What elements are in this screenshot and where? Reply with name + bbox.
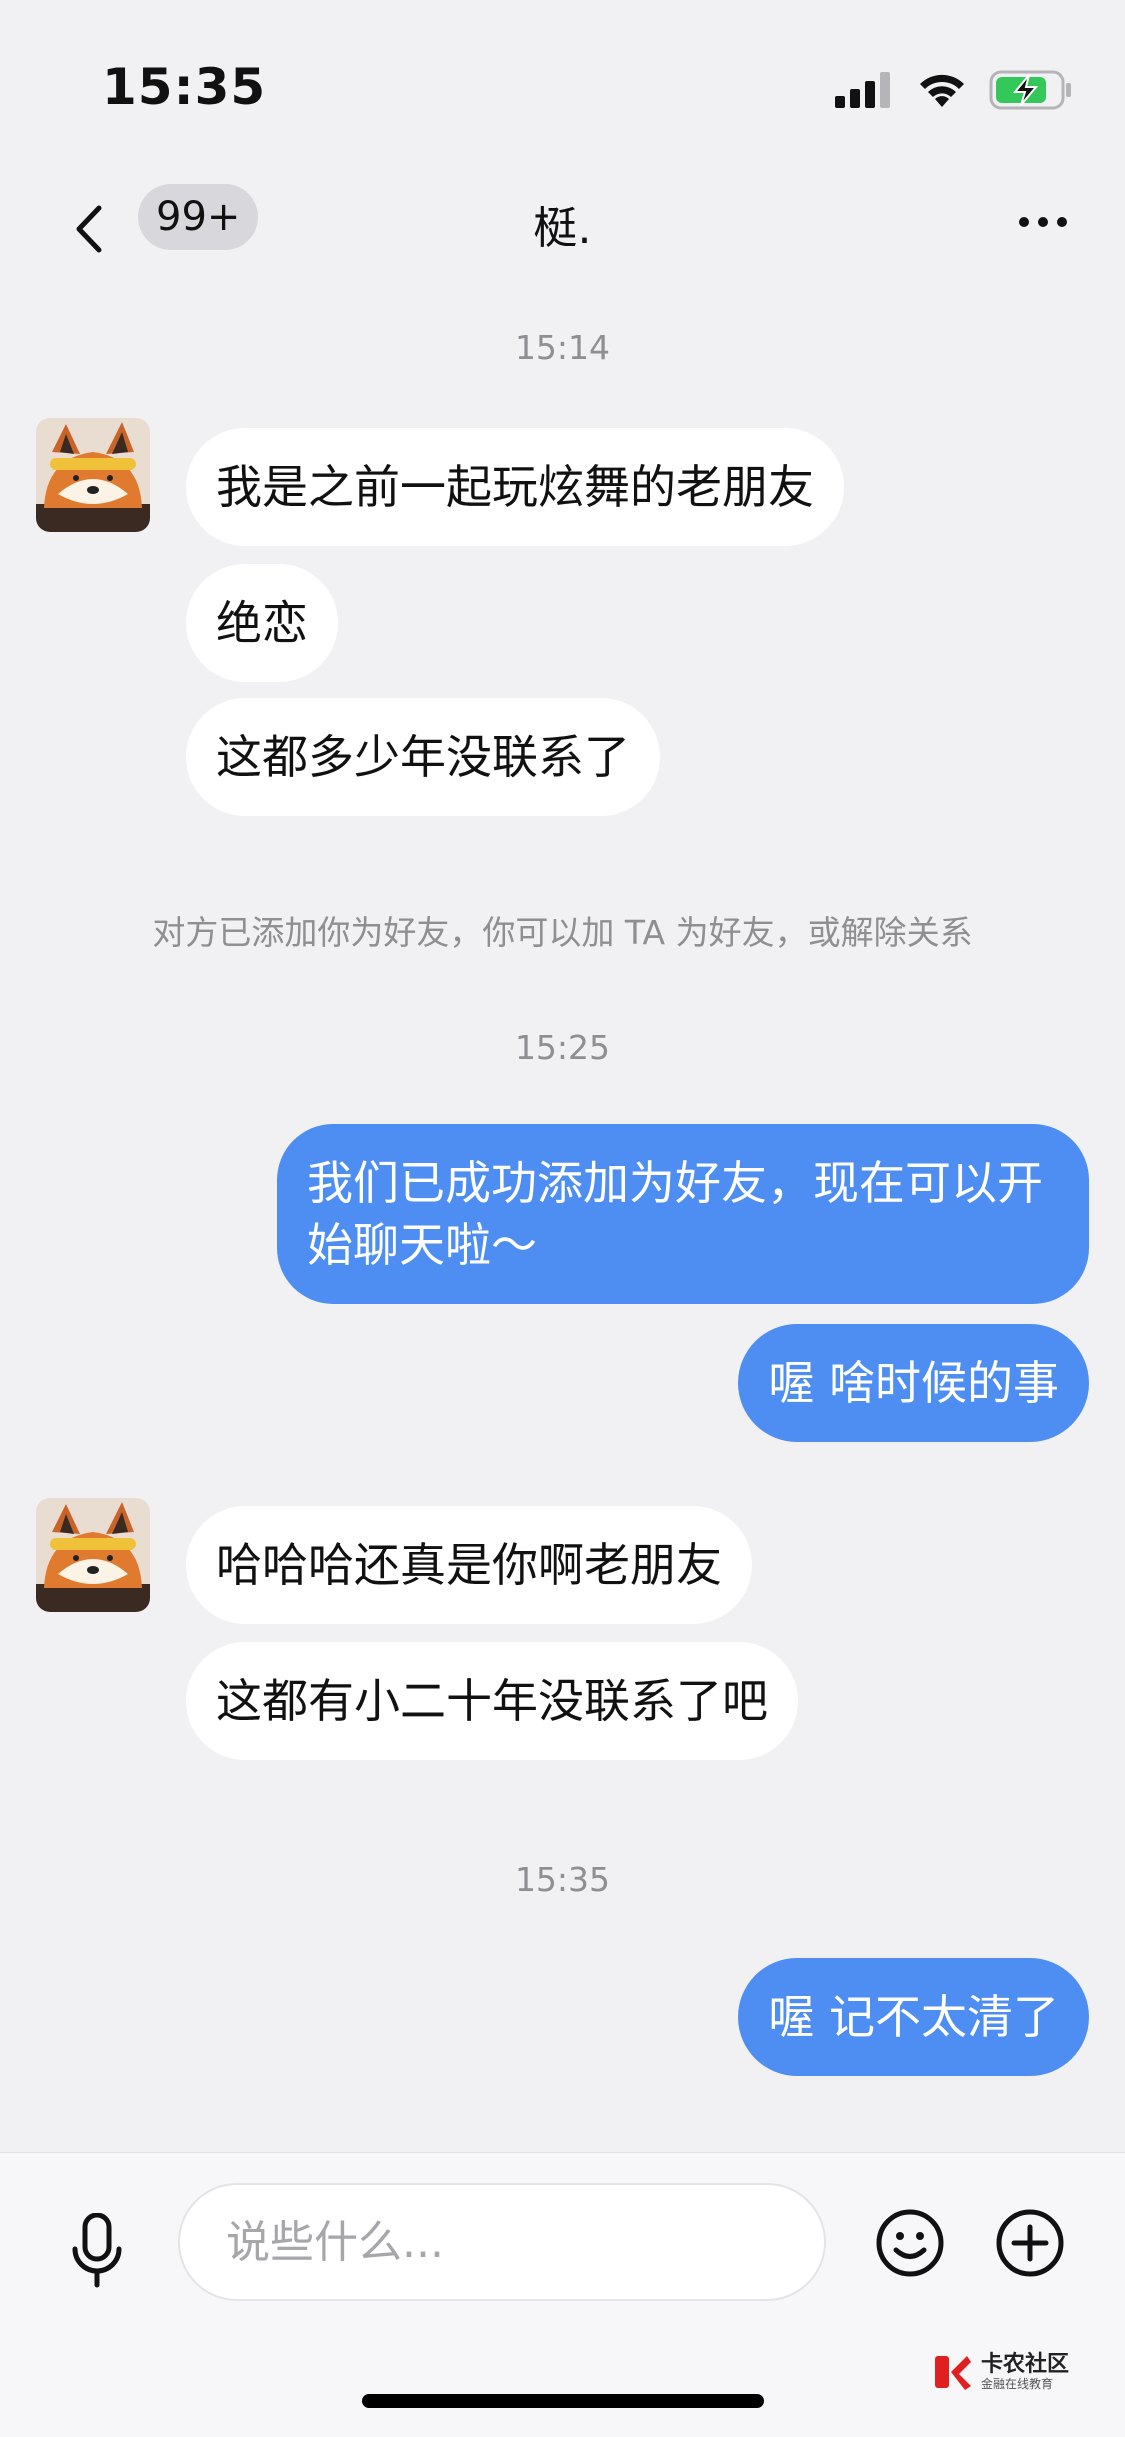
- message-bubble-incoming[interactable]: 我是之前一起玩炫舞的老朋友: [186, 428, 844, 546]
- chat-title: 梃.: [533, 203, 592, 254]
- nav-bar: 99+ 梃.: [0, 170, 1125, 290]
- battery-charging-icon: [989, 70, 1071, 110]
- fox-avatar-icon: [36, 418, 150, 532]
- message-bubble-outgoing[interactable]: 我们已成功添加为好友，现在可以开始聊天啦～: [277, 1124, 1089, 1304]
- avatar[interactable]: [36, 418, 150, 532]
- message-bubble-incoming[interactable]: 绝恋: [186, 564, 338, 682]
- emoji-button[interactable]: [874, 2207, 946, 2279]
- message-bubble-outgoing[interactable]: 喔 记不太清了: [738, 1958, 1089, 2076]
- message-bubble-incoming[interactable]: 哈哈哈还真是你啊老朋友: [186, 1506, 752, 1624]
- status-time: 15:35: [102, 58, 267, 116]
- more-dots-icon: [1019, 217, 1067, 227]
- timestamp: 15:35: [514, 1860, 611, 1899]
- timestamp: 15:25: [514, 1028, 611, 1067]
- more-button[interactable]: [1003, 192, 1083, 252]
- voice-button[interactable]: [62, 2211, 132, 2291]
- watermark-logo-icon: [934, 2356, 971, 2390]
- wifi-icon: [920, 74, 964, 107]
- timestamp: 15:14: [514, 328, 611, 367]
- message-bubble-incoming[interactable]: 这都多少年没联系了: [186, 698, 660, 816]
- status-bar: 15:35: [0, 0, 1125, 170]
- plus-icon: [996, 2209, 1064, 2277]
- signal-icon: [835, 72, 890, 108]
- message-bubble-incoming[interactable]: 这都有小二十年没联系了吧: [186, 1642, 798, 1760]
- avatar[interactable]: [36, 1498, 150, 1612]
- message-input[interactable]: [178, 2183, 826, 2301]
- plus-button[interactable]: [994, 2207, 1066, 2279]
- emoji-icon: [876, 2209, 944, 2277]
- watermark-title: 卡农社区: [980, 2352, 1069, 2377]
- status-icons: [835, 62, 1073, 118]
- mic-icon: [72, 2213, 122, 2288]
- watermark: 卡农社区 金融在线教育: [933, 2352, 1069, 2392]
- watermark-subtitle: 金融在线教育: [980, 2377, 1053, 2391]
- message-bubble-outgoing[interactable]: 喔 啥时候的事: [738, 1324, 1089, 1442]
- system-notice: 对方已添加你为好友，你可以加 TA 为好友，或解除关系: [152, 913, 973, 952]
- home-indicator[interactable]: [362, 2394, 764, 2408]
- fox-avatar-icon: [36, 1498, 150, 1612]
